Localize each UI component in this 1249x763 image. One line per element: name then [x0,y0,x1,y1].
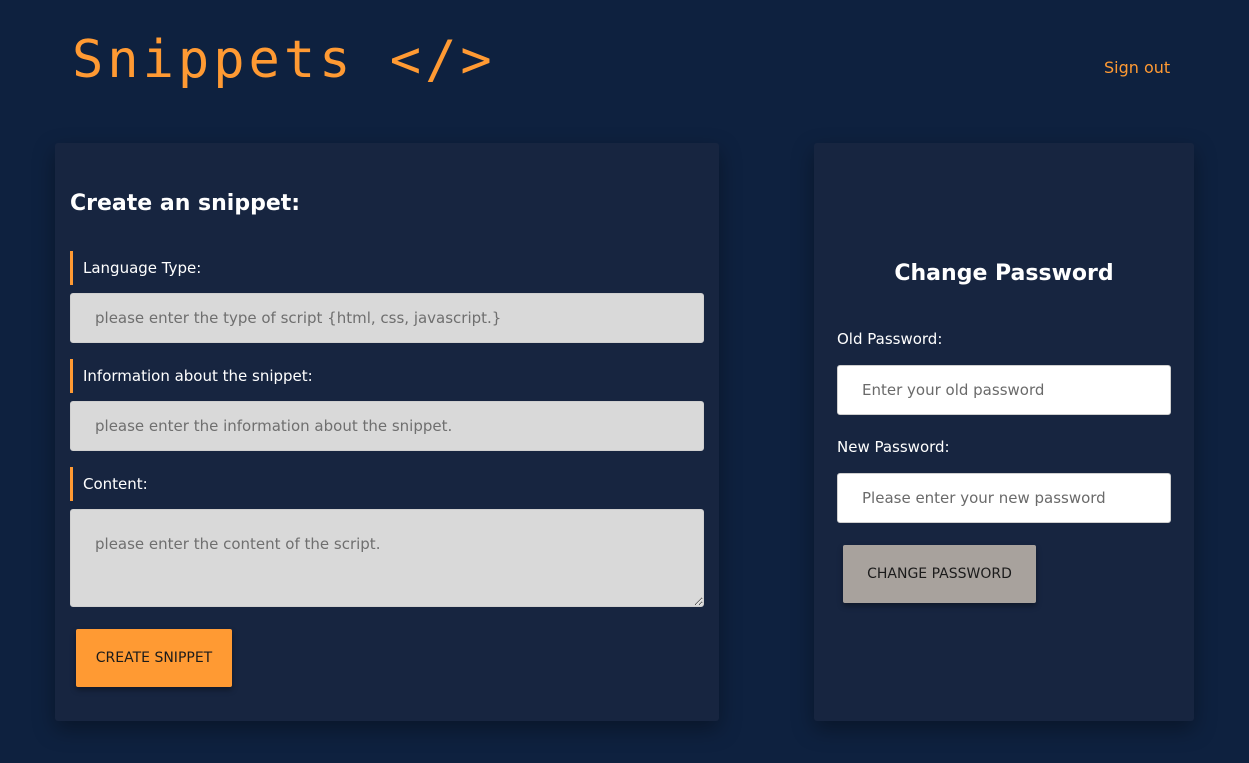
create-snippet-title: Create an snippet: [70,191,301,216]
old-password-input[interactable] [837,365,1171,415]
content-label: Content: [70,467,148,501]
sign-out-link[interactable]: Sign out [1104,58,1170,77]
create-snippet-button[interactable]: CREATE SNIPPET [76,629,232,687]
snippet-info-label: Information about the snippet: [70,359,313,393]
old-password-label: Old Password: [837,330,943,348]
app-logo: Snippets </> [72,30,496,90]
language-type-input[interactable] [70,293,704,343]
content-textarea[interactable] [70,509,704,607]
new-password-input[interactable] [837,473,1171,523]
language-type-label: Language Type: [70,251,201,285]
new-password-label: New Password: [837,438,950,456]
change-password-button[interactable]: CHANGE PASSWORD [843,545,1036,603]
create-snippet-card: Create an snippet: Language Type: Inform… [55,143,719,721]
snippet-info-input[interactable] [70,401,704,451]
change-password-title: Change Password [894,261,1114,286]
top-header: Snippets </> Sign out [0,0,1249,130]
change-password-card: Change Password Old Password: New Passwo… [814,143,1194,721]
